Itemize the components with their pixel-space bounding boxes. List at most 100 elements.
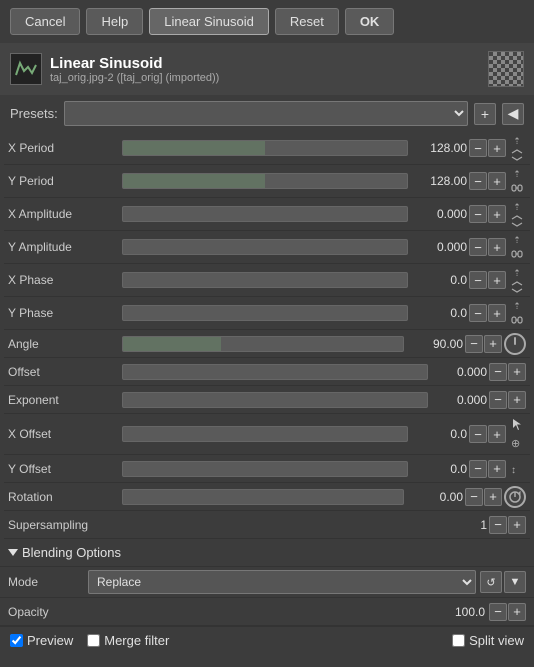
header-title: Linear Sinusoid — [50, 55, 219, 72]
rotation-icon[interactable] — [504, 486, 526, 508]
side-stacked-x-amplitude: ⇡ — [508, 200, 526, 228]
param-plus-x-amplitude[interactable]: + — [488, 205, 506, 223]
ok-button[interactable]: OK — [345, 8, 395, 35]
split-checkbox[interactable] — [452, 634, 465, 647]
param-slider-y-period[interactable] — [122, 173, 408, 189]
side-bot-icon-y-period[interactable] — [508, 181, 526, 195]
param-row-y-period: Y Period 128.00−+⇡ — [4, 165, 530, 198]
param-row-y-phase: Y Phase0.0−+⇡ — [4, 297, 530, 330]
preview-checkbox-label[interactable]: Preview — [10, 633, 73, 648]
merge-checkbox[interactable] — [87, 634, 100, 647]
param-plus-rotation[interactable]: + — [484, 488, 502, 506]
y-offset-icon[interactable]: ↕ — [508, 460, 526, 478]
param-plus-x-period[interactable]: + — [488, 139, 506, 157]
side-top-icon-y-phase[interactable]: ⇡ — [508, 299, 526, 313]
opacity-minus-button[interactable]: − — [489, 603, 507, 621]
merge-checkbox-label[interactable]: Merge filter — [87, 633, 169, 648]
param-value-offset: 0.000 — [432, 365, 487, 379]
param-minus-angle[interactable]: − — [465, 335, 483, 353]
side-bot-icon-x-phase[interactable] — [508, 280, 526, 294]
param-plus-supersampling[interactable]: + — [508, 516, 526, 534]
param-minus-y-amplitude[interactable]: − — [469, 238, 487, 256]
angle-circle-icon[interactable] — [504, 333, 526, 355]
param-controls-angle: −+ — [465, 335, 502, 353]
param-slider-y-phase[interactable] — [122, 305, 408, 321]
top-bar: Cancel Help Linear Sinusoid Reset OK — [0, 0, 534, 43]
blend-reset-button[interactable]: ↺ — [480, 571, 502, 593]
param-value-y-offset: 0.0 — [412, 462, 467, 476]
blend-mode-select[interactable]: Replace — [88, 570, 476, 594]
param-minus-x-phase[interactable]: − — [469, 271, 487, 289]
param-value-x-phase: 0.0 — [412, 273, 467, 287]
bottom-bar: Preview Merge filter Split view — [0, 626, 534, 654]
param-controls-x-period: −+ — [469, 139, 506, 157]
param-minus-y-offset[interactable]: − — [469, 460, 487, 478]
reset-button[interactable]: Reset — [275, 8, 339, 35]
preview-label: Preview — [27, 633, 73, 648]
presets-menu-button[interactable]: ◀ — [502, 103, 524, 125]
param-slider-x-amplitude[interactable] — [122, 206, 408, 222]
side-top-icon-x-amplitude[interactable]: ⇡ — [508, 200, 526, 214]
param-label-rotation: Rotation — [8, 490, 118, 504]
param-plus-x-offset[interactable]: + — [488, 425, 506, 443]
param-minus-x-offset[interactable]: − — [469, 425, 487, 443]
param-minus-y-period[interactable]: − — [469, 172, 487, 190]
param-controls-x-offset: −+ — [469, 425, 506, 443]
param-slider-angle[interactable] — [122, 336, 404, 352]
presets-select[interactable] — [64, 101, 468, 126]
blending-section-header[interactable]: Blending Options — [0, 539, 534, 567]
param-minus-supersampling[interactable]: − — [489, 516, 507, 534]
param-minus-exponent[interactable]: − — [489, 391, 507, 409]
param-slider-x-phase[interactable] — [122, 272, 408, 288]
param-plus-angle[interactable]: + — [484, 335, 502, 353]
presets-add-button[interactable]: + — [474, 103, 496, 125]
param-plus-y-phase[interactable]: + — [488, 304, 506, 322]
param-slider-x-offset[interactable] — [122, 426, 408, 442]
split-label: Split view — [469, 633, 524, 648]
param-label-x-offset: X Offset — [8, 427, 118, 441]
pointer-icon[interactable] — [508, 416, 526, 434]
active-filter-button[interactable]: Linear Sinusoid — [149, 8, 269, 35]
param-label-y-period: Y Period — [8, 174, 118, 188]
move-icon[interactable]: ⊕ — [508, 434, 526, 452]
side-bot-icon-x-period[interactable] — [508, 148, 526, 162]
blend-menu-button[interactable]: ▼ — [504, 571, 526, 593]
param-minus-x-amplitude[interactable]: − — [469, 205, 487, 223]
param-slider-y-offset[interactable] — [122, 461, 408, 477]
param-plus-exponent[interactable]: + — [508, 391, 526, 409]
param-minus-rotation[interactable]: − — [465, 488, 483, 506]
side-top-icon-x-phase[interactable]: ⇡ — [508, 266, 526, 280]
param-plus-y-amplitude[interactable]: + — [488, 238, 506, 256]
param-value-angle: 90.00 — [408, 337, 463, 351]
param-minus-offset[interactable]: − — [489, 363, 507, 381]
side-bot-icon-x-amplitude[interactable] — [508, 214, 526, 228]
preview-checkbox[interactable] — [10, 634, 23, 647]
side-top-icon-y-period[interactable]: ⇡ — [508, 167, 526, 181]
side-top-icon-x-period[interactable]: ⇡ — [508, 134, 526, 148]
param-minus-x-period[interactable]: − — [469, 139, 487, 157]
param-minus-y-phase[interactable]: − — [469, 304, 487, 322]
param-value-y-period: 128.00 — [412, 174, 467, 188]
help-button[interactable]: Help — [86, 8, 143, 35]
param-slider-rotation[interactable] — [122, 489, 404, 505]
collapse-icon — [8, 549, 18, 556]
split-checkbox-label[interactable]: Split view — [452, 633, 524, 648]
side-top-icon-y-amplitude[interactable]: ⇡ — [508, 233, 526, 247]
side-bot-icon-y-amplitude[interactable] — [508, 247, 526, 261]
param-controls-offset: −+ — [489, 363, 526, 381]
opacity-plus-button[interactable]: + — [508, 603, 526, 621]
param-value-supersampling: 1 — [432, 518, 487, 532]
param-slider-y-amplitude[interactable] — [122, 239, 408, 255]
cancel-button[interactable]: Cancel — [10, 8, 80, 35]
param-plus-y-offset[interactable]: + — [488, 460, 506, 478]
param-slider-exponent[interactable] — [122, 392, 428, 408]
side-bot-icon-y-phase[interactable] — [508, 313, 526, 327]
param-slider-offset[interactable] — [122, 364, 428, 380]
param-plus-x-phase[interactable]: + — [488, 271, 506, 289]
param-label-angle: Angle — [8, 337, 118, 351]
side-offset-x-offset: ⊕ — [508, 416, 526, 452]
param-plus-offset[interactable]: + — [508, 363, 526, 381]
param-slider-x-period[interactable] — [122, 140, 408, 156]
param-plus-y-period[interactable]: + — [488, 172, 506, 190]
param-controls-y-amplitude: −+ — [469, 238, 506, 256]
